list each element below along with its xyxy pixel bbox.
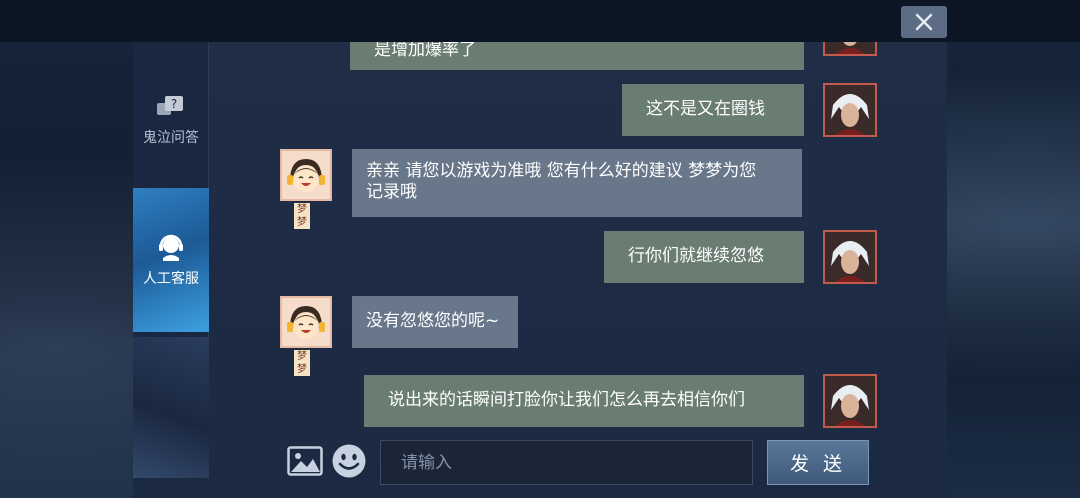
- user-avatar[interactable]: [823, 83, 877, 137]
- message-text-line: 记录哦: [366, 182, 417, 202]
- message-input[interactable]: [380, 440, 753, 485]
- svg-text:?: ?: [171, 97, 177, 111]
- sidebar: ? 鬼泣问答 人工客服: [133, 42, 209, 478]
- message-text: 行你们就继续忽悠: [628, 246, 764, 266]
- tab-faq-label: 鬼泣问答: [143, 130, 199, 146]
- question-bubble-icon: ?: [157, 96, 183, 115]
- headset-agent-icon: [159, 234, 183, 261]
- smiley-face-icon: [332, 444, 366, 478]
- message-text: 这不是又在圈钱: [646, 99, 765, 119]
- tab-human-agent[interactable]: 人工客服: [133, 188, 209, 332]
- chat-bubble-user: 说出来的话瞬间打脸你让我们怎么再去相信你们: [364, 375, 804, 427]
- player-portrait-icon: [825, 42, 875, 54]
- chat-bubble-agent: 没有忽悠您的呢~: [352, 296, 518, 348]
- send-image-button[interactable]: [287, 446, 323, 476]
- chat-bubble-user: 是增加爆率了: [350, 42, 804, 70]
- agent-cartoon-girl-icon: [282, 151, 330, 199]
- tab-faq[interactable]: ? 鬼泣问答: [133, 76, 209, 166]
- agent-name-tag: 梦梦: [294, 350, 310, 376]
- user-avatar[interactable]: [823, 374, 877, 428]
- chat-bubble-user: 行你们就继续忽悠: [604, 231, 804, 283]
- customer-service-panel: ? 鬼泣问答 人工客服 是增加爆率了 这不是又在圈钱 梦梦 亲亲 请您以游戏为准…: [133, 42, 947, 498]
- agent-avatar[interactable]: [280, 149, 332, 201]
- agent-cartoon-girl-icon: [282, 298, 330, 346]
- top-bar: [0, 0, 1080, 42]
- player-portrait-icon: [825, 232, 875, 282]
- close-button[interactable]: [901, 6, 947, 38]
- player-portrait-icon: [825, 376, 875, 426]
- message-text: 是增加爆率了: [374, 42, 476, 60]
- emoji-button[interactable]: [331, 443, 367, 479]
- chat-bubble-user: 这不是又在圈钱: [622, 84, 804, 136]
- message-text: 说出来的话瞬间打脸你让我们怎么再去相信你们: [388, 390, 745, 410]
- message-text-line: 亲亲 请您以游戏为准哦 您有什么好的建议 梦梦为您: [366, 161, 757, 181]
- tab-human-agent-label: 人工客服: [143, 271, 199, 287]
- agent-avatar[interactable]: [280, 296, 332, 348]
- player-portrait-icon: [825, 85, 875, 135]
- sidebar-decoration: [133, 337, 209, 478]
- chat-message-list[interactable]: 是增加爆率了 这不是又在圈钱 梦梦 亲亲 请您以游戏为准哦 您有什么好的建议 梦…: [210, 42, 947, 434]
- agent-name-tag: 梦梦: [294, 203, 310, 229]
- message-text-line: 没有忽悠您的呢~: [366, 311, 500, 331]
- user-avatar[interactable]: [823, 42, 877, 56]
- message-input-bar: 发 送: [283, 438, 873, 488]
- user-avatar[interactable]: [823, 230, 877, 284]
- send-button[interactable]: 发 送: [767, 440, 869, 485]
- close-icon: [915, 13, 933, 31]
- image-icon: [287, 446, 323, 476]
- chat-bubble-agent: 亲亲 请您以游戏为准哦 您有什么好的建议 梦梦为您 记录哦: [352, 149, 802, 217]
